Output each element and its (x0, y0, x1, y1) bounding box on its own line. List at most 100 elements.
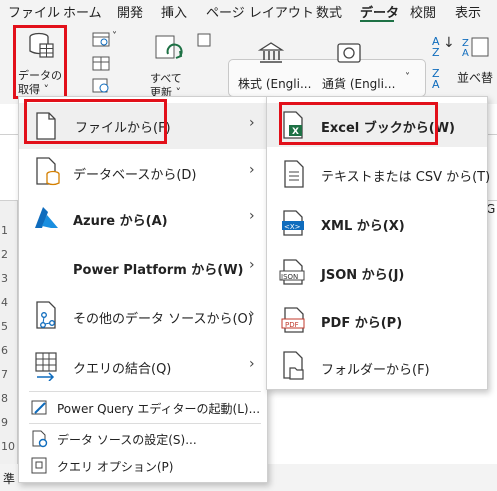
from-table-icon[interactable] (92, 56, 110, 72)
ribbon-tab-strip: ファイル ホーム 開発 挿入 ページ レイアウト 数式 データ 校閲 表示 (0, 0, 497, 23)
menu-item-combine-queries[interactable]: クエリの結合(Q) › (19, 346, 267, 388)
tab-data[interactable]: データ (360, 2, 399, 21)
from-web-icon[interactable] (92, 32, 110, 48)
chevron-right-icon: › (249, 306, 255, 322)
sort-az-bottom: Z (432, 46, 440, 59)
submenu-item-from-xml[interactable]: <X> XML から(X) (267, 201, 487, 245)
submenu-item-from-json[interactable]: JSON JSON から(J) (267, 250, 487, 294)
sort-label[interactable]: 並べ替 (457, 69, 493, 86)
menu-item-label: ファイルから(F) (75, 121, 171, 136)
row-number[interactable]: 5 (1, 320, 8, 333)
excel-workbook-icon: X (283, 111, 303, 139)
sort-za-bottom: A (432, 78, 440, 91)
row-number[interactable]: 6 (1, 344, 8, 357)
submenu-item-from-folder[interactable]: フォルダーから(F) (267, 345, 487, 389)
currency-icon[interactable] (336, 41, 362, 65)
chevron-right-icon: › (249, 115, 255, 131)
folder-icon (283, 351, 304, 380)
row-number[interactable]: 7 (1, 368, 8, 381)
refresh-icon (155, 35, 183, 59)
row-number[interactable]: 10 (1, 440, 15, 453)
submenu-item-from-pdf[interactable]: PDF PDF から(P) (267, 298, 487, 342)
query-options-icon (31, 457, 47, 474)
row-number[interactable]: 8 (1, 392, 8, 405)
menu-item-from-database[interactable]: データベースから(D) › (19, 152, 267, 194)
json-icon: JSON (279, 259, 305, 285)
chevron-right-icon: › (249, 162, 255, 178)
tab-page-layout[interactable]: ページ レイアウト (206, 2, 314, 21)
menu-item-label: クエリ オプション(P) (57, 460, 174, 474)
chevron-down-icon: ˅ (405, 72, 410, 83)
from-file-submenu: X Excel ブックから(W) テキストまたは CSV から(T) <X> X… (266, 96, 491, 390)
row-number[interactable]: 2 (1, 248, 8, 261)
database-table-icon (29, 32, 54, 58)
menu-item-label: Power Platform から(W) (73, 263, 244, 278)
menu-item-from-other-sources[interactable]: その他のデータ ソースから(O) › (19, 296, 267, 338)
tab-view[interactable]: 表示 (455, 2, 481, 21)
status-text: 準 (3, 472, 16, 486)
azure-icon (35, 207, 58, 228)
other-sources-icon (36, 301, 56, 329)
stocks-label[interactable]: 株式 (Engli... (238, 75, 311, 92)
chevron-right-icon: › (249, 257, 255, 273)
menu-item-label: Azure から(A) (73, 214, 168, 229)
svg-text:A: A (462, 48, 469, 58)
xml-icon-text: <X> (284, 223, 301, 231)
get-data-menu: ファイルから(F) › データベースから(D) › Azure から(A) › … (18, 96, 268, 483)
chevron-right-icon: › (249, 356, 255, 372)
menu-item-label: Power Query エディターの起動(L)... (57, 402, 261, 416)
excel-icon-letter: X (292, 127, 299, 137)
menu-item-label: クエリの結合(Q) (73, 362, 172, 377)
data-source-settings-icon (32, 430, 48, 448)
menu-separator (29, 391, 261, 392)
menu-item-label: その他のデータ ソースから(O) (73, 312, 253, 327)
submenu-item-from-excel-workbook[interactable]: X Excel ブックから(W) (267, 103, 487, 147)
xml-icon: <X> (282, 210, 304, 236)
database-icon (36, 157, 60, 186)
menu-item-data-source-settings[interactable]: データ ソースの設定(S)... (19, 426, 267, 452)
power-query-editor-icon (31, 400, 47, 415)
chevron-down-icon: ˅ (112, 31, 117, 42)
recent-sources-icon[interactable] (92, 78, 110, 94)
row-number[interactable]: 3 (1, 272, 8, 285)
submenu-item-label: Excel ブックから(W) (321, 121, 455, 136)
menu-item-launch-power-query-editor[interactable]: Power Query エディターの起動(L)... (19, 395, 267, 421)
menu-separator (29, 423, 261, 424)
row-number[interactable]: 1 (1, 224, 8, 237)
submenu-item-label: テキストまたは CSV から(T) (321, 170, 491, 185)
combine-queries-icon (35, 352, 57, 381)
text-csv-icon (284, 160, 304, 188)
ribbon: データの 取得 ˅ ˅ すべて 更新 ˅ 株式 (Engli... 通貨 (En… (0, 22, 497, 104)
currency-label[interactable]: 通貨 (Engli... (322, 75, 395, 92)
get-data-label-line2: 取得 ˅ (18, 83, 49, 96)
menu-item-from-file[interactable]: ファイルから(F) › (19, 103, 267, 149)
menu-item-label: データベースから(D) (73, 168, 197, 183)
menu-item-from-azure[interactable]: Azure から(A) › (19, 198, 267, 240)
sort-za-icon[interactable]: Z A (432, 68, 440, 90)
row-number[interactable]: 9 (1, 416, 8, 429)
tab-formulas[interactable]: 数式 (316, 2, 342, 21)
queries-connections-icon[interactable] (196, 32, 214, 48)
refresh-all-button[interactable]: すべて 更新 ˅ (146, 28, 192, 100)
pdf-icon-text: PDF (285, 321, 299, 329)
tab-file[interactable]: ファイル (8, 2, 60, 21)
submenu-item-label: JSON から(J) (321, 268, 405, 283)
tab-review[interactable]: 校閲 (410, 2, 436, 21)
chevron-right-icon: › (249, 208, 255, 224)
tab-developer[interactable]: 開発 (117, 2, 143, 21)
menu-item-label: データ ソースの設定(S)... (57, 433, 197, 447)
tab-insert[interactable]: 挿入 (161, 2, 187, 21)
sort-az-icon[interactable]: A Z (432, 36, 440, 58)
submenu-item-label: フォルダーから(F) (321, 363, 430, 378)
tab-home[interactable]: ホーム (63, 2, 102, 21)
stocks-icon[interactable] (258, 41, 284, 65)
sort-arrow-icon: ↓ (443, 35, 455, 51)
row-number[interactable]: 4 (1, 296, 8, 309)
menu-item-from-power-platform[interactable]: Power Platform から(W) › (19, 247, 267, 289)
submenu-item-from-text-csv[interactable]: テキストまたは CSV から(T) (267, 152, 491, 196)
get-data-button[interactable]: データの 取得 ˅ (14, 26, 66, 100)
file-icon (36, 112, 56, 140)
json-icon-text: JSON (280, 273, 298, 281)
sort-icon[interactable]: Z A (462, 36, 490, 58)
menu-item-query-options[interactable]: クエリ オプション(P) (19, 453, 267, 479)
